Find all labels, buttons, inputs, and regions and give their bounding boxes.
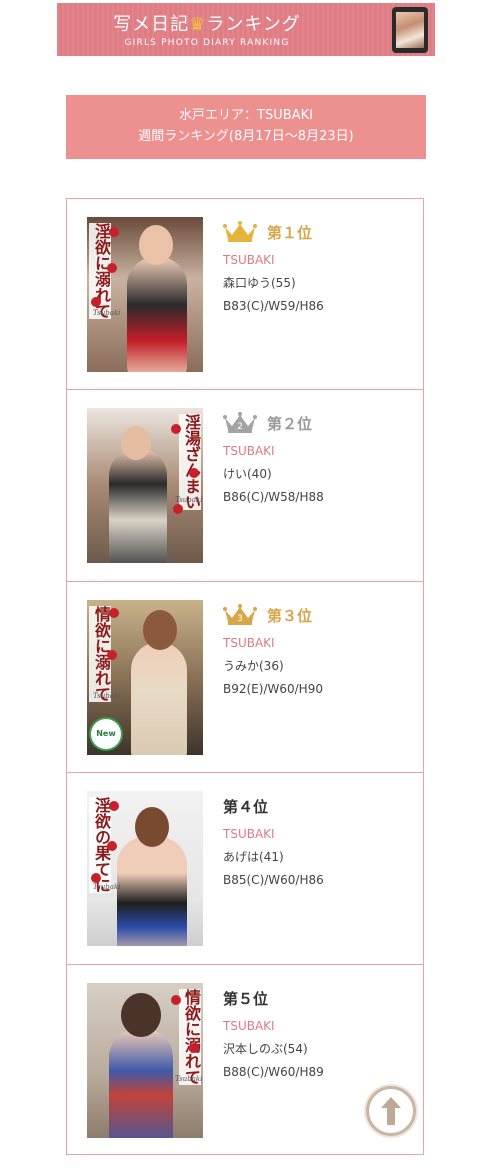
ranking-period-header: 水戸エリア：TSUBAKI 週間ランキング(8月17日〜8月23日) bbox=[66, 95, 426, 159]
entry-info: 第５位 TSUBAKI 沢本しのぶ(54) B88(C)/W60/H89 bbox=[223, 985, 413, 1079]
girl-photo[interactable]: 情欲に溺れて Tsubaki New bbox=[87, 599, 203, 755]
measurements: B86(C)/W58/H88 bbox=[223, 490, 324, 505]
shop-name[interactable]: TSUBAKI bbox=[223, 253, 413, 267]
girl-photo[interactable]: 淫欲に溺れて Tsubaki bbox=[87, 217, 203, 372]
banner-title-ranking: ランキング bbox=[206, 14, 301, 35]
phone-icon bbox=[392, 7, 428, 53]
entry-info: 3 第３位 TSUBAKI うみか(36) B92(E)/W60/H90 bbox=[223, 602, 413, 696]
new-badge: New bbox=[89, 716, 123, 751]
girl-photo[interactable]: 淫欲の果てに Tsubaki bbox=[87, 791, 203, 947]
area-label: 水戸エリア：TSUBAKI bbox=[179, 108, 313, 123]
gold-crown-icon bbox=[223, 221, 257, 242]
shop-name[interactable]: TSUBAKI bbox=[223, 636, 413, 650]
photo-caption: 情欲に溺れて bbox=[179, 988, 201, 1085]
brand-tag: Tsubaki bbox=[93, 691, 121, 700]
period-label: 週間ランキング(8月17日〜8月23日) bbox=[138, 129, 354, 144]
girl-photo[interactable]: 情欲に溺れて Tsubaki bbox=[87, 982, 203, 1138]
banner-title: 写メ日記♛ランキング bbox=[57, 10, 357, 36]
brand-tag: Tsubaki bbox=[175, 1074, 203, 1083]
arrow-up-icon bbox=[381, 1097, 401, 1125]
entry-info: 2 第２位 TSUBAKI けい(40) B86(C)/W58/H88 bbox=[223, 410, 413, 504]
rank-label: 第４位 bbox=[223, 798, 269, 817]
entry-info: 第１位 TSUBAKI 森口ゆう(55) B83(C)/W59/H86 bbox=[223, 219, 413, 313]
girl-photo[interactable]: 淫湯ざんまい Tsubaki bbox=[87, 408, 203, 564]
measurements: B88(C)/W60/H89 bbox=[223, 1064, 324, 1079]
ranking-entry-1[interactable]: 淫欲に溺れて Tsubaki 第１位 TSUBAKI 森口ゆう(55) B83(… bbox=[67, 199, 423, 391]
banner-subtitle: GIRLS PHOTO DIARY RANKING bbox=[124, 38, 290, 48]
scroll-to-top-button[interactable] bbox=[366, 1086, 416, 1136]
girl-name[interactable]: あげは(41) bbox=[223, 848, 413, 865]
photo-diary-ranking-banner[interactable]: 写メ日記♛ランキング GIRLS PHOTO DIARY RANKING bbox=[57, 3, 435, 56]
girl-name[interactable]: 森口ゆう(55) bbox=[223, 274, 413, 291]
entry-info: 第４位 TSUBAKI あげは(41) B85(C)/W60/H86 bbox=[223, 793, 413, 887]
rank-label: 第５位 bbox=[223, 989, 269, 1008]
shop-name[interactable]: TSUBAKI bbox=[223, 827, 413, 841]
brand-tag: Tsubaki bbox=[93, 883, 121, 892]
girl-name[interactable]: うみか(36) bbox=[223, 657, 413, 674]
bronze-crown-icon: 3 bbox=[223, 603, 257, 625]
measurements: B85(C)/W60/H86 bbox=[223, 873, 324, 888]
silver-crown-icon: 2 bbox=[223, 412, 257, 434]
ranking-entry-4[interactable]: 淫欲の果てに Tsubaki 第４位 TSUBAKI あげは(41) B85(C… bbox=[67, 773, 423, 965]
measurements: B83(C)/W59/H86 bbox=[223, 299, 324, 313]
rank-label: 第３位 bbox=[267, 606, 313, 625]
brand-tag: Tsubaki bbox=[175, 496, 203, 505]
brand-tag: Tsubaki bbox=[93, 309, 121, 317]
rank-label: 第１位 bbox=[267, 224, 313, 242]
girl-name[interactable]: けい(40) bbox=[223, 465, 413, 482]
svg-text:2: 2 bbox=[237, 422, 243, 432]
ranking-list: 淫欲に溺れて Tsubaki 第１位 TSUBAKI 森口ゆう(55) B83(… bbox=[66, 198, 424, 1155]
shop-name[interactable]: TSUBAKI bbox=[223, 444, 413, 458]
banner-title-main: 写メ日記 bbox=[113, 14, 190, 35]
measurements: B92(E)/W60/H90 bbox=[223, 681, 323, 696]
crown-icon: ♛ bbox=[189, 14, 207, 35]
shop-name[interactable]: TSUBAKI bbox=[223, 1019, 413, 1033]
ranking-entry-2[interactable]: 淫湯ざんまい Tsubaki 2 第２位 TSUBAKI けい(40) B86(… bbox=[67, 390, 423, 582]
ranking-entry-3[interactable]: 情欲に溺れて Tsubaki New 3 第３位 TSUBAKI うみか(36)… bbox=[67, 582, 423, 774]
rank-label: 第２位 bbox=[267, 415, 313, 434]
girl-name[interactable]: 沢本しのぶ(54) bbox=[223, 1040, 413, 1057]
svg-text:3: 3 bbox=[237, 614, 243, 624]
ranking-entry-5[interactable]: 情欲に溺れて Tsubaki 第５位 TSUBAKI 沢本しのぶ(54) B88… bbox=[67, 965, 423, 1156]
